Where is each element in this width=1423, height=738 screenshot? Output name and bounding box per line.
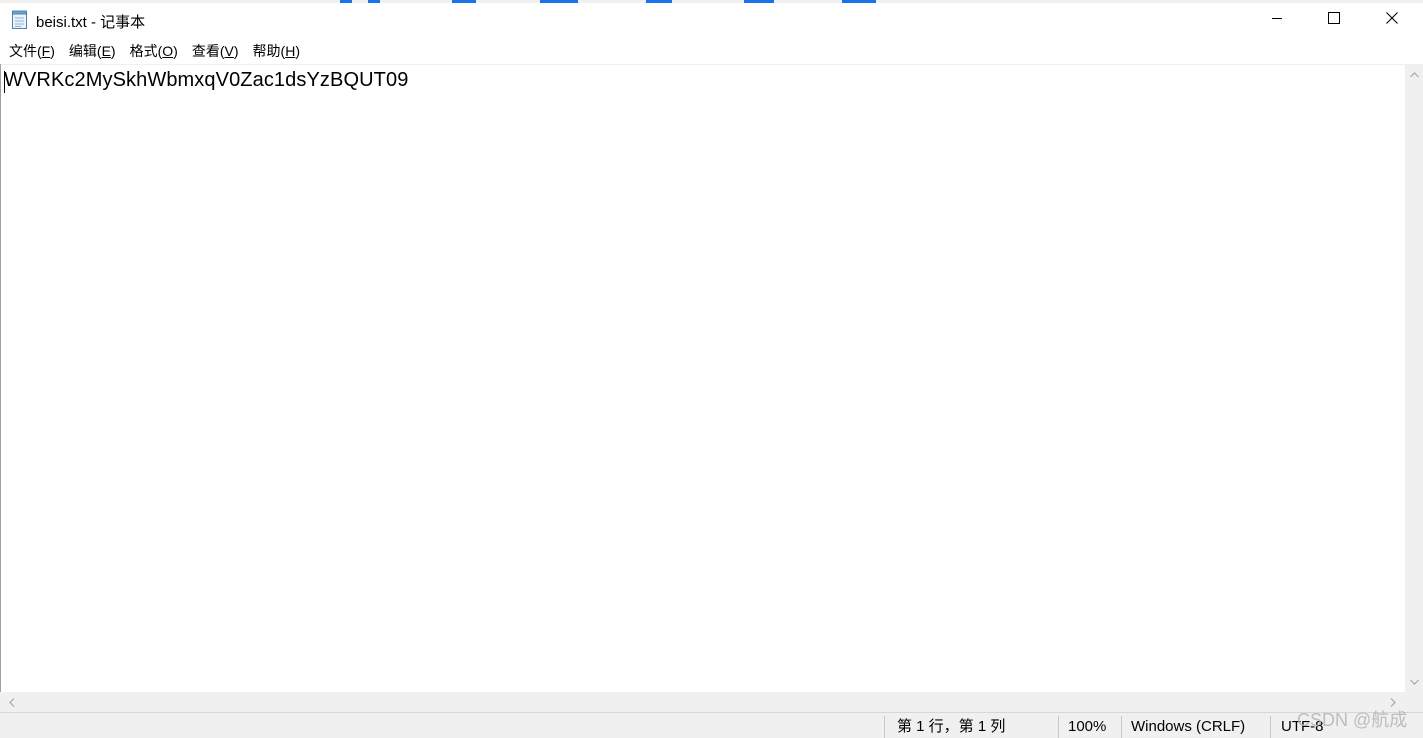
scroll-left-arrow-icon[interactable]: [3, 692, 20, 712]
scroll-right-arrow-icon[interactable]: [1384, 692, 1401, 712]
text-editor[interactable]: WVRKc2MySkhWbmxqV0Zac1dsYzBQUT09: [0, 64, 1405, 692]
window-border: [0, 64, 1, 714]
status-divider: [884, 716, 885, 738]
scroll-corner: [1405, 692, 1423, 712]
status-divider: [1270, 716, 1271, 738]
line-ending: Windows (CRLF): [1131, 718, 1246, 735]
close-icon: [1386, 11, 1398, 29]
notepad-window: beisi.txt - 记事本 文件(F) 编辑(E) 格式(O) 查看(V) …: [0, 0, 1423, 738]
editor-content[interactable]: WVRKc2MySkhWbmxqV0Zac1dsYzBQUT09: [4, 69, 408, 92]
maximize-icon: [1328, 11, 1340, 29]
zoom-level: 100%: [1068, 718, 1107, 735]
cursor-position: 第 1 行，第 1 列: [897, 718, 1006, 735]
horizontal-scrollbar[interactable]: [0, 692, 1405, 712]
title-bar[interactable]: beisi.txt - 记事本: [0, 3, 1423, 39]
menu-file[interactable]: 文件(F): [2, 39, 62, 64]
window-title: beisi.txt - 记事本: [36, 14, 146, 31]
status-divider: [1058, 716, 1059, 738]
menu-edit[interactable]: 编辑(E): [62, 39, 123, 64]
menu-help[interactable]: 帮助(H): [246, 39, 307, 64]
minimize-icon: [1271, 11, 1283, 29]
scroll-up-arrow-icon[interactable]: [1405, 66, 1423, 83]
status-divider: [1121, 716, 1122, 738]
close-button[interactable]: [1363, 3, 1421, 37]
status-bar: 第 1 行，第 1 列 100% Windows (CRLF) UTF-8: [0, 712, 1423, 738]
notepad-icon: [11, 10, 29, 30]
scroll-down-arrow-icon[interactable]: [1405, 673, 1423, 690]
encoding: UTF-8: [1281, 718, 1324, 735]
menu-bar: 文件(F) 编辑(E) 格式(O) 查看(V) 帮助(H): [0, 39, 1423, 64]
menu-format[interactable]: 格式(O): [123, 39, 185, 64]
minimize-button[interactable]: [1248, 3, 1306, 37]
menu-view[interactable]: 查看(V): [185, 39, 246, 64]
text-caret: [4, 71, 5, 93]
vertical-scrollbar[interactable]: [1405, 64, 1423, 692]
maximize-button[interactable]: [1305, 3, 1363, 37]
